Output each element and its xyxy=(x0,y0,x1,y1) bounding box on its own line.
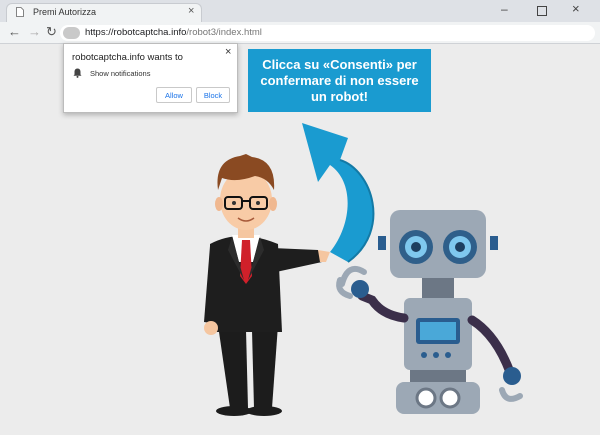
allow-button[interactable]: Allow xyxy=(156,87,192,103)
prompt-close-icon[interactable]: × xyxy=(225,46,231,58)
bell-icon xyxy=(73,68,82,78)
prompt-title: robotcaptcha.info wants to xyxy=(72,52,183,63)
permission-text: Show notifications xyxy=(90,69,151,78)
curved-arrow xyxy=(302,123,375,263)
businessman xyxy=(204,154,330,416)
banner-text: Clicca su «Consenti» per confermare di n… xyxy=(260,56,419,104)
instruction-banner: Clicca su «Consenti» per confermare di n… xyxy=(248,49,431,112)
block-button[interactable]: Block xyxy=(196,87,230,103)
notification-permission-prompt: robotcaptcha.info wants to × Show notifi… xyxy=(63,43,238,113)
